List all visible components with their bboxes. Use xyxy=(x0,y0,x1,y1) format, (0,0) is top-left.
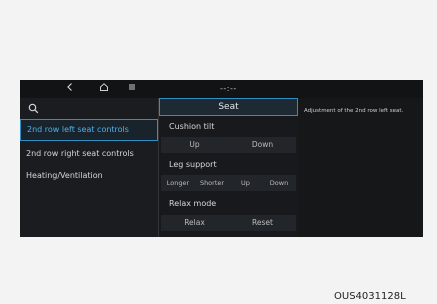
cushion-tilt-up-button[interactable]: Up xyxy=(161,137,228,153)
search-icon[interactable] xyxy=(28,99,39,118)
leg-support-title: Leg support xyxy=(169,160,217,169)
cushion-tilt-title: Cushion tilt xyxy=(169,122,215,131)
leg-support-button-row: Longer Shorter Up Down xyxy=(161,175,296,191)
left-menu-item-heating-ventilation[interactable]: Heating/Ventilation xyxy=(20,165,158,187)
left-menu-item-right-seat-controls[interactable]: 2nd row right seat controls xyxy=(20,143,158,165)
leg-support-down-button[interactable]: Down xyxy=(262,175,296,191)
left-panel: 2nd row left seat controls 2nd row right… xyxy=(20,98,158,237)
top-bar: --:-- xyxy=(20,80,423,98)
figure-code: OUS4031128L xyxy=(334,291,406,302)
reset-button[interactable]: Reset xyxy=(229,215,296,231)
relax-mode-button-row: Relax Reset xyxy=(161,215,296,231)
chevron-left-icon[interactable] xyxy=(62,82,78,97)
left-menu-item-left-seat-controls[interactable]: 2nd row left seat controls xyxy=(20,119,158,141)
relax-button[interactable]: Relax xyxy=(161,215,228,231)
search-row[interactable] xyxy=(20,98,158,115)
clock-display: --:-- xyxy=(220,84,237,93)
menu-icon[interactable] xyxy=(124,82,140,96)
seat-panel: Seat Cushion tilt Up Down Leg support Lo… xyxy=(159,98,298,237)
cushion-tilt-down-button[interactable]: Down xyxy=(229,137,296,153)
relax-mode-title: Relax mode xyxy=(169,199,217,208)
seat-description-text: Adjustment of the 2nd row left seat. xyxy=(304,108,404,114)
seat-panel-header: Seat xyxy=(159,98,298,116)
leg-support-up-button[interactable]: Up xyxy=(229,175,262,191)
leg-support-shorter-button[interactable]: Shorter xyxy=(195,175,229,191)
cushion-tilt-button-row: Up Down xyxy=(161,137,296,153)
home-icon[interactable] xyxy=(96,82,112,97)
description-panel: Adjustment of the 2nd row left seat. xyxy=(298,98,423,237)
infotainment-screen: --:-- 2nd row left seat controls 2nd row… xyxy=(20,80,423,237)
leg-support-longer-button[interactable]: Longer xyxy=(161,175,195,191)
